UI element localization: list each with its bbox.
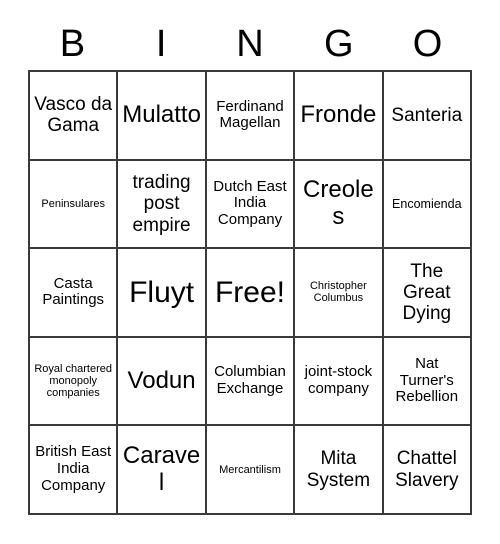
bingo-cell[interactable]: Mulatto: [118, 72, 207, 161]
bingo-cell-label: Mercantilism: [219, 463, 281, 476]
bingo-cell-label: Nat Turner's Rebellion: [395, 354, 459, 406]
bingo-cell[interactable]: The Great Dying: [383, 249, 472, 338]
bingo-cell-label: Free!: [214, 275, 285, 309]
bingo-header-letter-b: B: [59, 23, 86, 65]
bingo-cell-label: trading post empire: [132, 171, 191, 236]
bingo-cell[interactable]: Columbian Exchange: [206, 337, 296, 427]
bingo-cell-label: The Great Dying: [402, 260, 452, 325]
bingo-cell-label: Ferdinand Magellan: [216, 97, 284, 132]
bingo-cell-label: Christopher Columbus: [309, 280, 367, 305]
bingo-cell[interactable]: Nat Turner's Rebellion: [383, 337, 472, 427]
bingo-cell-label: Fronde: [300, 100, 377, 128]
bingo-cell[interactable]: Vasco da Gama: [30, 72, 119, 161]
bingo-cell[interactable]: Dutch East India Company: [206, 160, 296, 250]
bingo-cell-label: joint-stock company: [304, 363, 373, 398]
bingo-cell[interactable]: Vodun: [118, 337, 207, 427]
bingo-header-letter-g: G: [324, 23, 354, 65]
bingo-cell-label: Fluyt: [129, 275, 195, 309]
bingo-cell[interactable]: Fluyt: [118, 249, 207, 338]
bingo-cell[interactable]: Chattel Slavery: [383, 426, 472, 515]
bingo-header-letter-n: N: [236, 23, 264, 65]
bingo-cell[interactable]: Santeria: [383, 72, 472, 161]
bingo-cell[interactable]: Fronde: [295, 72, 384, 161]
bingo-cell-label: Dutch East India Company: [213, 177, 287, 229]
bingo-header-row: B I N G O: [28, 18, 472, 70]
bingo-cell[interactable]: trading post empire: [118, 160, 207, 250]
bingo-cell-label: Columbian Exchange: [214, 363, 286, 398]
bingo-cell-label: Encomienda: [392, 196, 462, 211]
bingo-free-space[interactable]: Free!: [206, 249, 296, 338]
bingo-header-letter-o: O: [412, 23, 443, 65]
bingo-cell[interactable]: British East India Company: [30, 426, 119, 515]
bingo-cell-label: Caravel: [122, 441, 201, 496]
bingo-header-letter-i: I: [155, 23, 167, 65]
bingo-cell-label: Mulatto: [122, 100, 201, 128]
bingo-cell-label: Creoles: [303, 176, 374, 230]
bingo-cell-label: Santeria: [391, 104, 463, 126]
bingo-cell[interactable]: Mercantilism: [206, 426, 296, 515]
bingo-cell[interactable]: Mita System: [295, 426, 384, 515]
bingo-cell[interactable]: Casta Paintings: [30, 249, 119, 338]
bingo-cell-label: Chattel Slavery: [395, 448, 459, 491]
bingo-cell[interactable]: Christopher Columbus: [295, 249, 384, 338]
bingo-cell[interactable]: Encomienda: [383, 160, 472, 250]
bingo-cell-label: Vasco da Gama: [34, 94, 113, 137]
bingo-cell-label: Mita System: [306, 448, 371, 491]
bingo-cell[interactable]: Ferdinand Magellan: [206, 72, 296, 161]
bingo-cell[interactable]: Royal chartered monopoly companies: [30, 337, 119, 427]
bingo-cell-label: Casta Paintings: [42, 274, 105, 309]
bingo-cell-label: Vodun: [127, 366, 196, 394]
bingo-cell[interactable]: Caravel: [118, 426, 207, 515]
bingo-cell[interactable]: Creoles: [295, 160, 384, 250]
bingo-card: B I N G O Vasco da Gama Mulatto Ferdinand …: [0, 0, 500, 544]
bingo-cell[interactable]: joint-stock company: [295, 337, 384, 427]
bingo-cell-label: Peninsulares: [41, 197, 105, 210]
bingo-grid: Vasco da Gama Mulatto Ferdinand Magellan Fr…: [28, 70, 472, 515]
bingo-cell-label: Royal chartered monopoly companies: [34, 362, 113, 400]
bingo-cell-label: British East India Company: [35, 443, 112, 495]
bingo-cell[interactable]: Peninsulares: [30, 160, 119, 250]
